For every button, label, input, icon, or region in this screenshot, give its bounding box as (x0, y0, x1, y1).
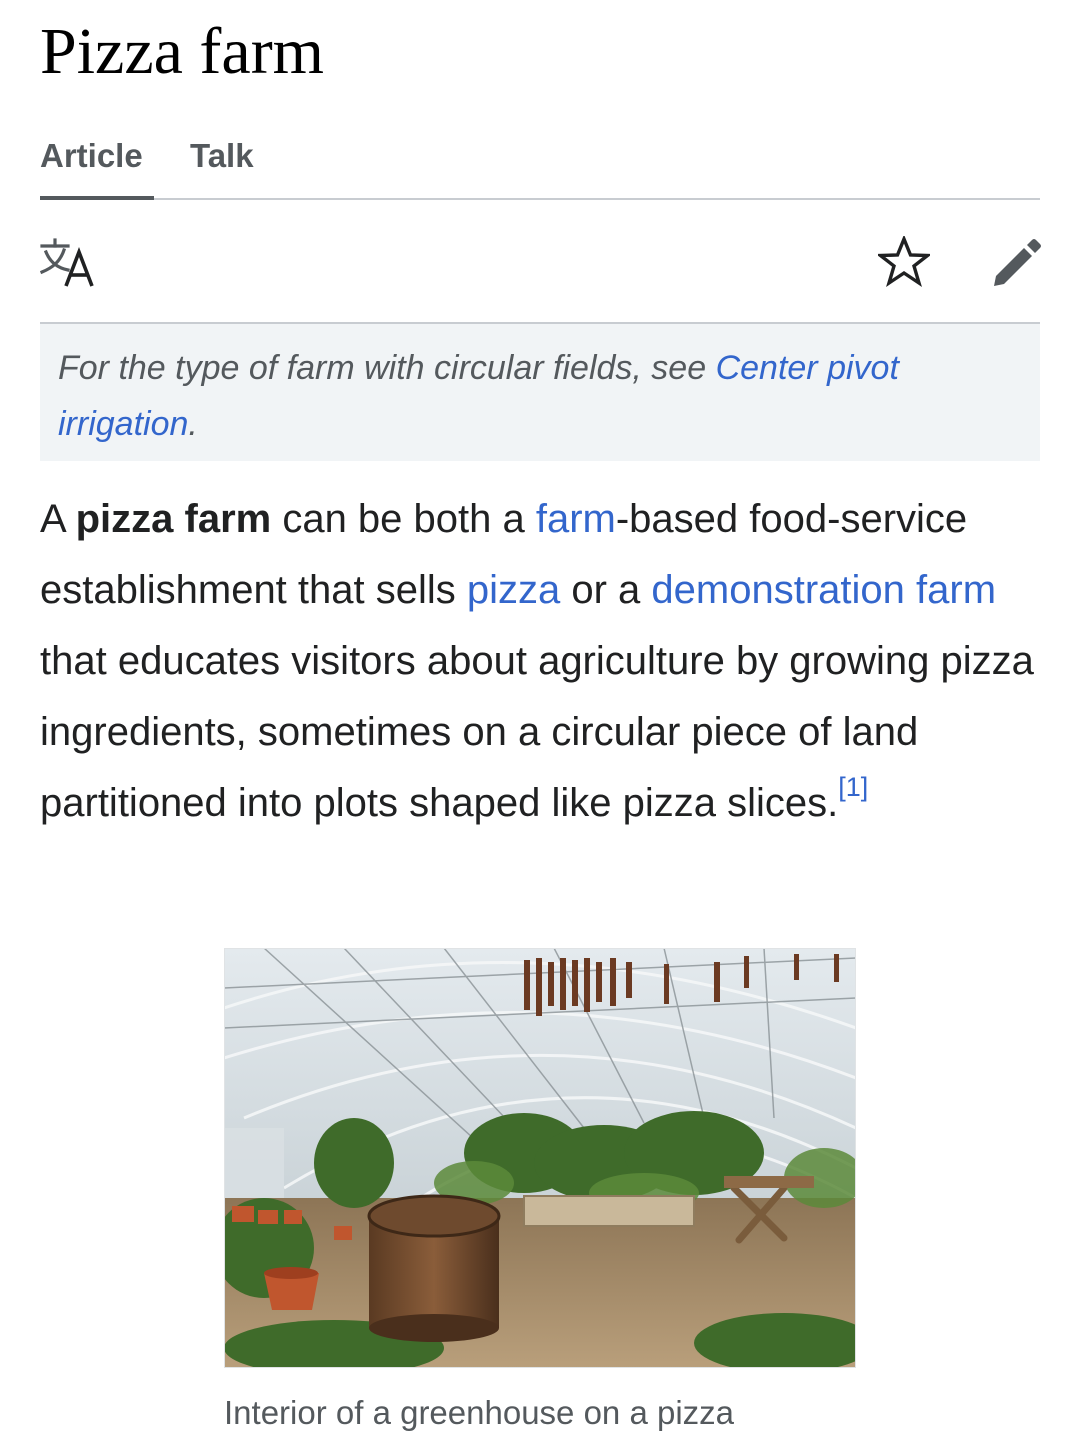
image-caption: Interior of a greenhouse on a pizza (224, 1394, 735, 1431)
page-title: Pizza farm (40, 15, 325, 88)
lead-bold-term: pizza farm (75, 497, 272, 541)
lead-text: or a (560, 568, 652, 612)
tab-talk[interactable]: Talk (190, 134, 254, 178)
pizza-link[interactable]: pizza (467, 568, 560, 612)
hatnote: For the type of farm with circular field… (40, 324, 1040, 461)
lead-text: can be both a (271, 497, 536, 541)
farm-link[interactable]: farm (536, 497, 616, 541)
star-icon[interactable] (878, 236, 930, 288)
greenhouse-photo-illustration (224, 948, 856, 1368)
page-tabs: Article Talk (40, 118, 1040, 200)
page-actions-toolbar (40, 200, 1042, 324)
edit-icon[interactable] (990, 236, 1042, 288)
language-icon[interactable] (40, 238, 96, 288)
tab-article[interactable]: Article (40, 134, 143, 178)
lead-paragraph: A pizza farm can be both a farm-based fo… (40, 484, 1050, 839)
reference-1-link[interactable]: [1] (838, 772, 868, 802)
lead-text: A (40, 497, 76, 541)
greenhouse-image[interactable] (224, 948, 856, 1368)
demonstration-farm-link[interactable]: demonstration farm (651, 568, 996, 612)
hatnote-text: For the type of farm with circular field… (58, 349, 716, 387)
hatnote-suffix: . (188, 405, 198, 443)
lead-text: that educates visitors about agriculture… (40, 639, 1034, 825)
